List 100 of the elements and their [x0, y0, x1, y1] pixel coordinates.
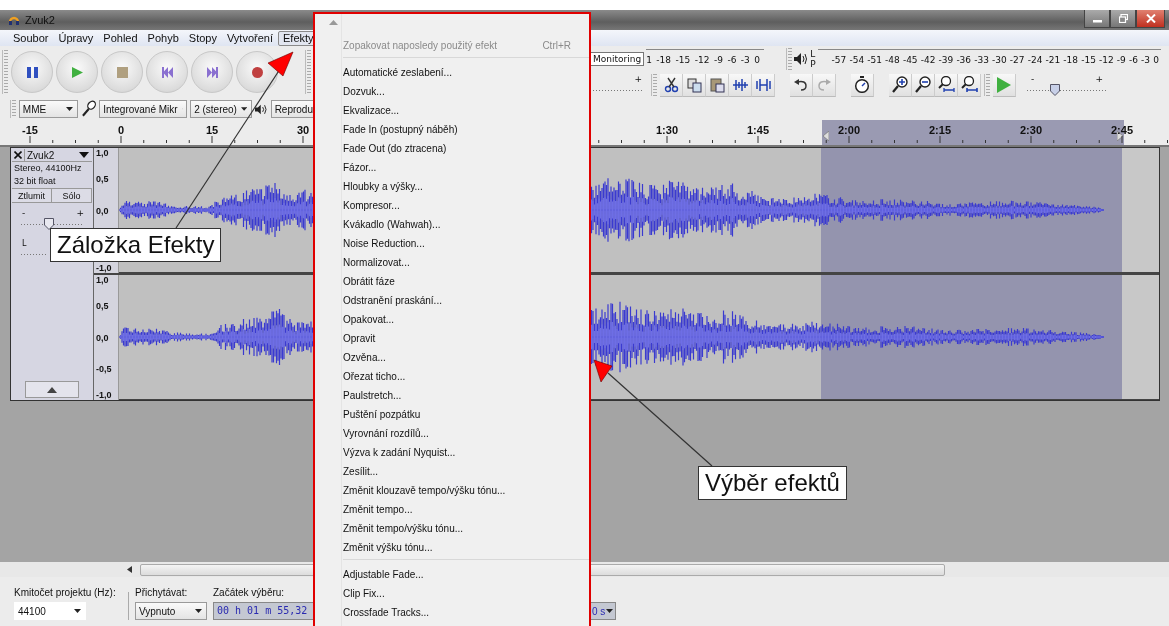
close-track-button[interactable] — [12, 149, 25, 161]
ruler-label: 2:30 — [1020, 124, 1042, 136]
meter-scale-label: -27 — [1009, 53, 1025, 67]
speaker-icon — [255, 103, 268, 115]
track-name-button[interactable]: Zvuk2 — [25, 149, 92, 161]
meter-scale-label: -3 — [740, 53, 750, 67]
menu-item[interactable]: Změnit klouzavě tempo/výšku tónu... — [315, 481, 589, 500]
menu-item[interactable]: Adjustable Fade... — [315, 565, 589, 584]
menu-item[interactable]: Změnit tempo... — [315, 500, 589, 519]
fit-selection-button[interactable] — [935, 73, 958, 97]
toolbar-grip — [10, 100, 16, 118]
cut-button[interactable] — [660, 73, 683, 97]
dropdown[interactable]: MME — [18, 100, 78, 118]
menu-item[interactable]: Ořezat ticho... — [315, 367, 589, 386]
menu-item[interactable]: Pohled — [98, 30, 143, 46]
menu-item[interactable]: Ekvalizace... — [315, 101, 589, 120]
selection-start-marker-icon[interactable] — [823, 131, 829, 141]
maximize-button[interactable] — [1110, 10, 1136, 28]
meter-scale-label: -36 — [956, 53, 972, 67]
amplitude-label: 1,0 — [96, 148, 109, 158]
collapse-button[interactable] — [25, 381, 79, 398]
meter-scale-label: -9 — [1116, 53, 1126, 67]
menu-item[interactable]: Fade In (postupný náběh) — [315, 120, 589, 139]
minimize-button[interactable] — [1084, 10, 1110, 28]
track-button[interactable]: Ztlumit — [12, 189, 52, 202]
meter-scale-label: -15 — [1081, 53, 1096, 67]
meter-scale-label: 1 — [646, 53, 652, 67]
dropdown[interactable]: 44100 — [14, 602, 86, 620]
silence-button[interactable] — [752, 73, 775, 97]
record-button[interactable] — [236, 51, 278, 93]
ruler-label: -15 — [22, 124, 38, 136]
menu-item[interactable]: Zesílit... — [315, 462, 589, 481]
menu-item[interactable]: Fázor... — [315, 158, 589, 177]
skip-start-icon — [161, 66, 173, 78]
trim-button[interactable] — [729, 73, 752, 97]
toolbar-grip — [651, 74, 657, 96]
dropdown[interactable]: Reprodu — [270, 100, 313, 118]
zoom-in-icon — [891, 76, 909, 93]
amplitude-label: 0,0 — [96, 332, 109, 343]
fit-project-button[interactable] — [958, 73, 981, 97]
undo-button[interactable] — [790, 73, 813, 97]
meter-scale-label: -51 — [867, 53, 882, 67]
toolbar-grip — [984, 74, 990, 96]
menu-item[interactable]: Úpravy — [53, 30, 99, 46]
menu-item[interactable]: Odstranění praskání... — [315, 291, 589, 310]
menu-item[interactable]: Kvákadlo (Wahwah)... — [315, 215, 589, 234]
menu-item[interactable]: Puštění pozpátku — [315, 405, 589, 424]
meter-scale-label: -9 — [713, 53, 723, 67]
zoom-out-button[interactable] — [912, 73, 935, 97]
menu-item[interactable]: Soubor — [8, 30, 54, 46]
skip-end-button[interactable] — [191, 51, 233, 93]
zoom-in-button[interactable] — [889, 73, 912, 97]
menu-item[interactable]: Normalizovat... — [315, 253, 589, 272]
meter-scale-label: -54 — [849, 53, 865, 67]
dropdown[interactable]: 2 (stereo) — [190, 100, 253, 118]
paste-button[interactable] — [706, 73, 729, 97]
time-field[interactable]: 00 h 01 m 55,32 — [213, 602, 313, 620]
close-button[interactable] — [1136, 10, 1165, 28]
toolbar-grip — [786, 48, 793, 70]
slider-thumb[interactable] — [1050, 83, 1061, 96]
menu-item[interactable]: Opakovat... — [315, 310, 589, 329]
field-label: Začátek výběru: — [213, 587, 286, 599]
menu-item[interactable]: Ozvěna... — [315, 348, 589, 367]
menu-item[interactable]: Vytvoření — [221, 30, 278, 46]
time-field[interactable]: 0 s — [590, 602, 617, 620]
menu-item[interactable]: Vyrovnání rozdílů... — [315, 424, 589, 443]
timer-button[interactable] — [851, 73, 874, 97]
play-at-speed-button[interactable] — [993, 73, 1016, 97]
menu-item[interactable]: Hloubky a výšky... — [315, 177, 589, 196]
slider-thumb[interactable] — [44, 218, 55, 230]
menu-item[interactable]: Noise Reduction... — [315, 234, 589, 253]
play-icon — [997, 76, 1011, 93]
track-info: Stereo, 44100Hz — [13, 162, 83, 175]
meter-scale-label: -33 — [974, 53, 989, 67]
skip-start-button[interactable] — [146, 51, 188, 93]
menu-item[interactable]: Změnit výšku tónu... — [315, 538, 589, 557]
menu-item[interactable]: Fade Out (do ztracena) — [315, 139, 589, 158]
meter-scale-label: -21 — [1045, 53, 1061, 67]
toolbar-grip — [2, 50, 8, 94]
menu-item[interactable]: Dozvuk... — [315, 82, 589, 101]
menu-item[interactable]: Clip Fix... — [315, 584, 589, 603]
silence-icon — [755, 76, 771, 93]
menu-item[interactable]: Automatické zeslabení... — [315, 63, 589, 82]
menu-item[interactable]: Opravit — [315, 329, 589, 348]
menu-item[interactable]: Výzva k zadání Nyquist... — [315, 443, 589, 462]
menu-item[interactable]: Kompresor... — [315, 196, 589, 215]
track-button[interactable]: Sólo — [52, 189, 92, 202]
menu-item[interactable]: Crossfade Tracks... — [315, 603, 589, 622]
menu-item[interactable]: Obrátit fáze — [315, 272, 589, 291]
zoom-fit-project-icon — [960, 76, 978, 93]
menu-item[interactable]: Změnit tempo/výšku tónu... — [315, 519, 589, 538]
menu-item[interactable]: Pohyb — [142, 30, 184, 46]
speaker-icon[interactable] — [794, 53, 809, 65]
menu-item[interactable]: Paulstretch... — [315, 386, 589, 405]
meter-scale-label: 0 — [754, 53, 761, 67]
menu-item[interactable]: Stopy — [183, 30, 222, 46]
dropdown[interactable]: Vypnuto — [135, 602, 207, 620]
scroll-left-arrow-icon — [126, 566, 132, 573]
dropdown[interactable]: Integrované Mikr — [99, 100, 188, 118]
pause-button[interactable] — [11, 51, 53, 93]
